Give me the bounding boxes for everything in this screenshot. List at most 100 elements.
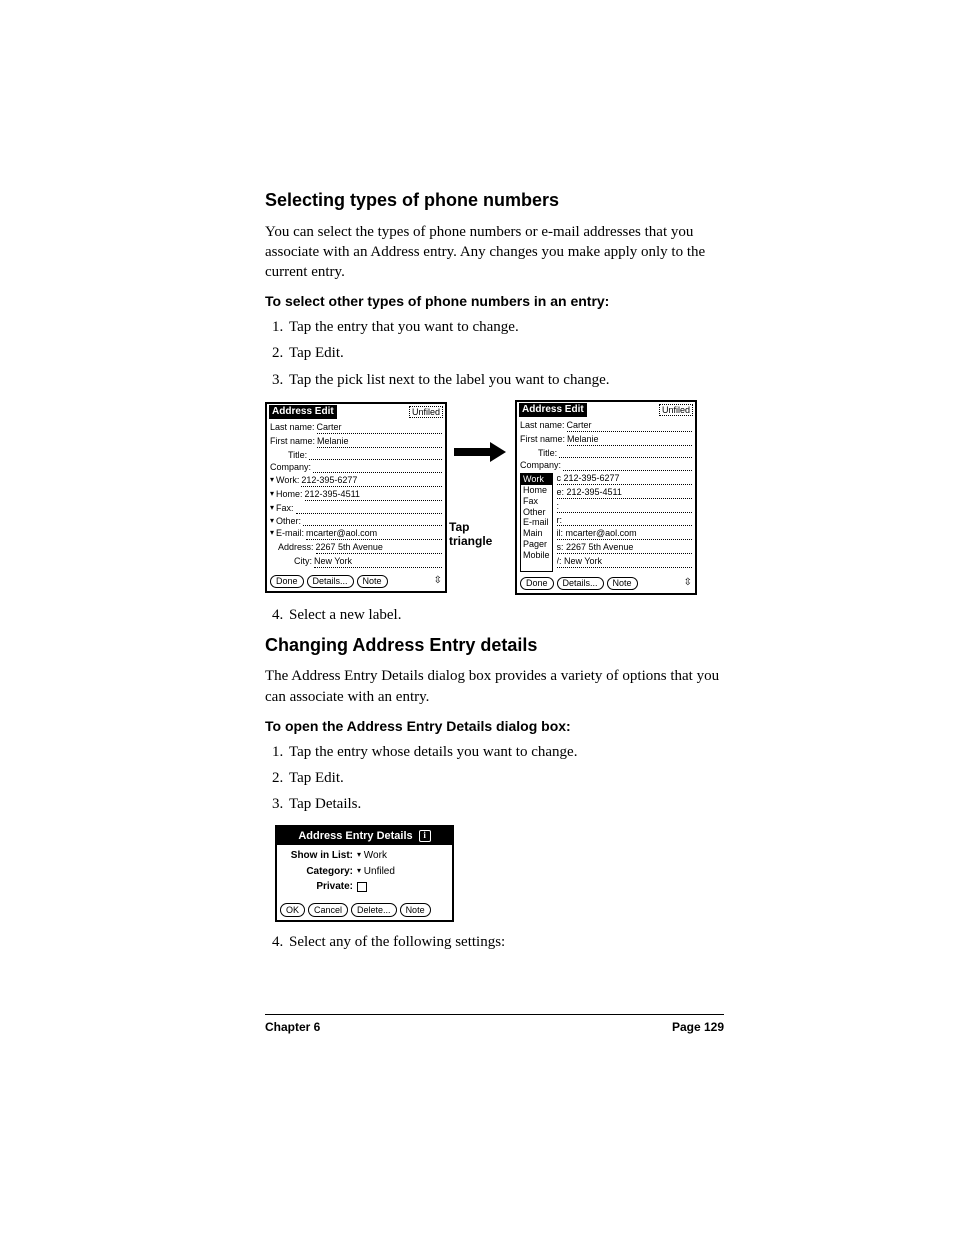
picklist-triangle-icon[interactable]: ▾ — [270, 503, 274, 514]
step-item: Tap the pick list next to the label you … — [287, 370, 724, 390]
note-button[interactable]: Note — [357, 575, 388, 588]
section-intro: You can select the types of phone number… — [265, 222, 724, 283]
picklist-triangle-icon[interactable]: ▾ — [270, 516, 274, 527]
screen-title: Address Edit — [269, 405, 337, 419]
company-label: Company: — [270, 462, 311, 473]
picklist-item-other[interactable]: Other — [521, 507, 552, 518]
fax-label[interactable]: Fax: — [276, 503, 294, 514]
step-item: Tap the entry whose details you want to … — [287, 742, 724, 762]
done-button[interactable]: Done — [520, 577, 554, 590]
showinlist-label: Show in List: — [283, 849, 353, 863]
address-label: Address: — [278, 542, 314, 554]
home-field[interactable]: e: 212-395-4511 — [557, 487, 692, 499]
right-arrow-icon — [454, 445, 508, 459]
scroll-arrows-icon[interactable]: ⇳ — [684, 577, 692, 589]
section-heading: Changing Address Entry details — [265, 635, 724, 657]
firstname-label: First name: — [520, 434, 565, 446]
ok-button[interactable]: OK — [280, 903, 305, 917]
step-list: Tap the entry whose details you want to … — [265, 742, 724, 815]
figure-row: Address Edit Unfiled Last name:Carter Fi… — [265, 400, 724, 595]
info-icon[interactable]: i — [419, 830, 431, 842]
work-label[interactable]: Work: — [276, 475, 299, 487]
step-item: Tap the entry that you want to change. — [287, 317, 724, 337]
step-item: Select any of the following settings: — [287, 932, 724, 952]
picklist-item-work[interactable]: Work — [521, 474, 552, 485]
work-field[interactable]: c 212-395-6277 — [557, 473, 692, 485]
other-field[interactable] — [303, 516, 442, 527]
picklist-item-fax[interactable]: Fax — [521, 496, 552, 507]
picklist-item-home[interactable]: Home — [521, 485, 552, 496]
chapter-label: Chapter 6 — [265, 1019, 320, 1035]
delete-button[interactable]: Delete... — [351, 903, 397, 917]
scroll-arrows-icon[interactable]: ⇳ — [434, 575, 442, 587]
lastname-field[interactable]: Carter — [567, 420, 692, 432]
city-label: City: — [294, 556, 312, 568]
title-label: Title: — [288, 450, 307, 461]
step-item: Tap Edit. — [287, 768, 724, 788]
picklist-triangle-icon[interactable]: ▾ — [270, 528, 274, 540]
arrow-between: Taptriangle — [447, 445, 515, 549]
label-picklist[interactable]: Work Home Fax Other E-mail Main Pager Mo… — [520, 473, 553, 572]
picklist-item-main[interactable]: Main — [521, 528, 552, 539]
lastname-field[interactable]: Carter — [317, 422, 442, 434]
main-field[interactable]: s: 2267 5th Avenue — [557, 542, 692, 554]
details-button[interactable]: Details... — [557, 577, 604, 590]
address-edit-right: Address Edit Unfiled Last name:Carter Fi… — [515, 400, 697, 595]
section-heading: Selecting types of phone numbers — [265, 190, 724, 212]
company-field[interactable] — [313, 462, 442, 473]
address-field[interactable]: 2267 5th Avenue — [316, 542, 442, 554]
done-button[interactable]: Done — [270, 575, 304, 588]
email-field[interactable]: il: mcarter@aol.com — [557, 528, 692, 540]
cancel-button[interactable]: Cancel — [308, 903, 348, 917]
picklist-triangle-icon[interactable]: ▾ — [270, 489, 274, 501]
details-button[interactable]: Details... — [307, 575, 354, 588]
firstname-field[interactable]: Melanie — [317, 436, 442, 448]
private-label: Private: — [283, 880, 353, 894]
email-label[interactable]: E-mail: — [276, 528, 304, 540]
picklist-item-mobile[interactable]: Mobile — [521, 550, 552, 561]
address-entry-details-dialog: Address Entry Details i Show in List: ▾ W… — [275, 825, 454, 922]
section-intro: The Address Entry Details dialog box pro… — [265, 666, 724, 707]
procedure-heading: To select other types of phone numbers i… — [265, 292, 724, 311]
home-field[interactable]: 212-395-4511 — [305, 489, 442, 501]
page-number: Page 129 — [672, 1019, 724, 1035]
home-label[interactable]: Home: — [276, 489, 303, 501]
category-label: Category: — [283, 865, 353, 879]
note-button[interactable]: Note — [400, 903, 431, 917]
pager-field[interactable]: /: New York — [557, 556, 692, 568]
lastname-label: Last name: — [520, 420, 565, 432]
showinlist-selector[interactable]: ▾ Work — [357, 849, 446, 863]
other-label[interactable]: Other: — [276, 516, 301, 527]
category-selector[interactable]: ▾ Unfiled — [357, 865, 446, 879]
category-selector[interactable]: Unfiled — [409, 406, 443, 419]
other-field[interactable]: r: — [557, 515, 692, 527]
step-item: Tap Edit. — [287, 343, 724, 363]
company-label: Company: — [520, 460, 561, 471]
title-label: Title: — [538, 448, 557, 459]
step-list: Tap the entry that you want to change. T… — [265, 317, 724, 390]
picklist-item-email[interactable]: E-mail — [521, 517, 552, 528]
page-footer: Chapter 6 Page 129 — [265, 1014, 724, 1035]
private-checkbox[interactable] — [357, 882, 367, 892]
company-field[interactable] — [563, 460, 692, 471]
picklist-triangle-icon[interactable]: ▾ — [270, 475, 274, 487]
dialog-title: Address Entry Details — [298, 829, 412, 844]
fax-field[interactable] — [296, 503, 442, 514]
step-item: Tap Details. — [287, 794, 724, 814]
lastname-label: Last name: — [270, 422, 315, 434]
title-field[interactable] — [309, 450, 442, 461]
note-button[interactable]: Note — [607, 577, 638, 590]
firstname-field[interactable]: Melanie — [567, 434, 692, 446]
procedure-heading: To open the Address Entry Details dialog… — [265, 717, 724, 736]
title-field[interactable] — [559, 448, 692, 459]
screen-title: Address Edit — [519, 403, 587, 417]
address-edit-left: Address Edit Unfiled Last name:Carter Fi… — [265, 402, 447, 593]
fax-field[interactable]: : — [557, 501, 692, 513]
category-selector[interactable]: Unfiled — [659, 404, 693, 417]
city-field[interactable]: New York — [314, 556, 442, 568]
step-list-continued: Select a new label. — [265, 605, 724, 625]
work-field[interactable]: 212-395-6277 — [301, 475, 442, 487]
step-list-continued: Select any of the following settings: — [265, 932, 724, 952]
picklist-item-pager[interactable]: Pager — [521, 539, 552, 550]
email-field[interactable]: mcarter@aol.com — [306, 528, 442, 540]
